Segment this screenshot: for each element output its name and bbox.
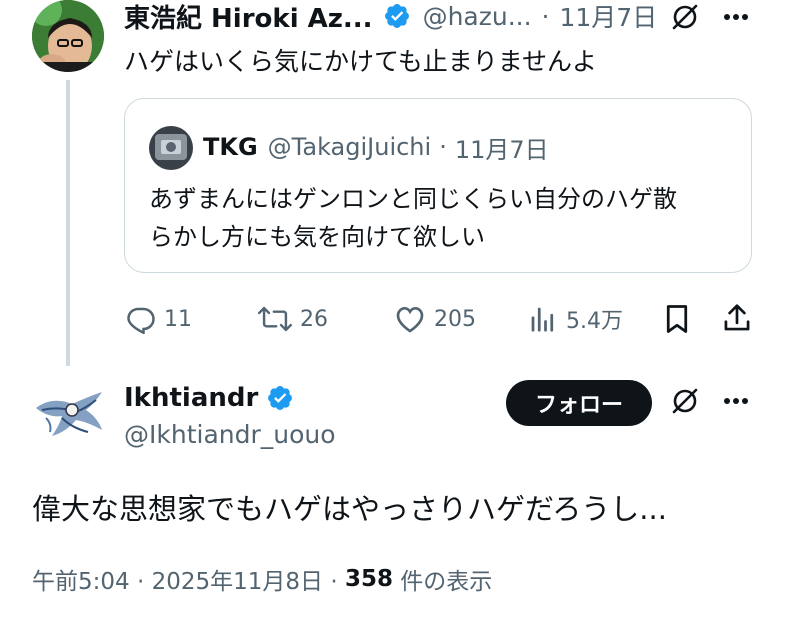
author-handle[interactable]: @hazu...: [423, 2, 532, 31]
bookmark-icon[interactable]: [660, 302, 694, 336]
grok-icon[interactable]: [670, 386, 700, 416]
like-count: 205: [434, 306, 476, 332]
author-name[interactable]: 東浩紀 Hiroki Az...: [124, 0, 373, 35]
avatar-hiroki[interactable]: [32, 0, 104, 72]
thread-line: [66, 80, 70, 366]
reply-author-row: Ikhtiandr: [124, 382, 294, 414]
reply-text: 偉大な思想家でもハゲはやっさりハゲだろうし...: [32, 492, 667, 526]
avatar-ikhtiandr[interactable]: [32, 388, 106, 444]
views-button[interactable]: 5.4万: [528, 302, 623, 336]
share-icon[interactable]: [720, 300, 754, 336]
verified-badge-icon: [266, 384, 294, 412]
repost-count: 26: [300, 306, 328, 332]
post-header: 東浩紀 Hiroki Az... @hazu... · 11月7日: [124, 0, 658, 35]
quote-handle: @TakagiJuichi: [267, 133, 432, 161]
reply-author-handle[interactable]: @Ikhtiandr_uouo: [124, 420, 336, 449]
reply-views-suffix: 件の表示: [392, 569, 493, 595]
like-button[interactable]: 205: [394, 302, 476, 336]
like-icon: [396, 306, 424, 333]
post-text: ハゲはいくら気にかけても止まりませんよ: [124, 47, 598, 76]
verified-badge-icon: [383, 2, 411, 30]
reply-author-name[interactable]: Ikhtiandr: [124, 383, 258, 413]
separator: ·: [439, 133, 447, 161]
quote-header: TKG @TakagiJuichi · 11月7日: [203, 131, 549, 164]
reply-timestamp[interactable]: 午前5:04 · 2025年11月8日 ·: [32, 562, 345, 596]
more-icon[interactable]: [718, 2, 754, 32]
grok-icon[interactable]: [670, 2, 700, 32]
avatar-tkg: [149, 126, 193, 170]
reply-count: 11: [164, 306, 192, 332]
quote-author-name: TKG: [203, 133, 258, 161]
post-date[interactable]: 11月7日: [560, 0, 658, 34]
quote-text-line1: あずまんにはゲンロンと同じくらい自分のハゲ散: [149, 185, 677, 213]
reply-meta: 午前5:04 · 2025年11月8日 · 358 件の表示: [32, 563, 492, 595]
reply-button[interactable]: 11: [126, 302, 192, 336]
more-icon[interactable]: [718, 386, 754, 416]
quote-date: 11月7日: [454, 135, 549, 164]
follow-button[interactable]: フォロー: [506, 380, 652, 426]
reply-views-number: 358: [344, 566, 393, 592]
reply-icon: [127, 307, 155, 334]
repost-icon: [258, 306, 292, 332]
quote-text-line2: らかし方にも気を向けて欲しい: [149, 223, 485, 251]
views-count: 5.4万: [566, 309, 623, 334]
views-icon: [531, 307, 554, 332]
separator: ·: [541, 1, 550, 31]
quoted-post-card[interactable]: TKG @TakagiJuichi · 11月7日 あずまんにはゲンロンと同じく…: [124, 98, 752, 273]
repost-button[interactable]: 26: [258, 302, 328, 336]
